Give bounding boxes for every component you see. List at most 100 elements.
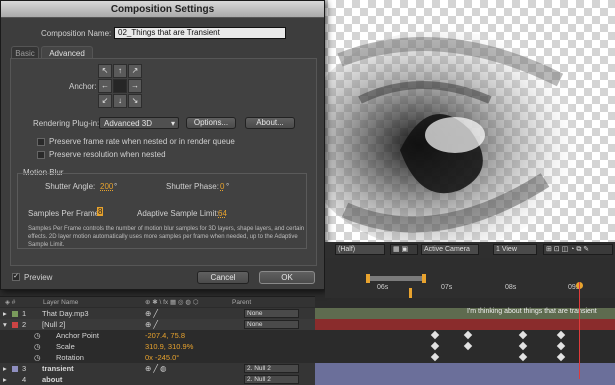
keyframe[interactable] bbox=[556, 352, 566, 362]
label-color-swatch[interactable] bbox=[12, 366, 18, 372]
track-bar-audio[interactable]: I'm thinking about things that are trans… bbox=[315, 308, 615, 319]
viewer-icon-strip[interactable]: ⊞ ⊡ ◫ ◔ ⧉ ✎ bbox=[543, 244, 613, 255]
parent-dropdown[interactable]: 2. Null 2 bbox=[244, 364, 299, 373]
keyframe[interactable] bbox=[430, 352, 440, 362]
shutter-phase-value[interactable]: 0 bbox=[220, 182, 224, 191]
adaptive-sample-value[interactable]: 64 bbox=[218, 209, 227, 218]
keyframe[interactable] bbox=[518, 352, 528, 362]
cancel-button[interactable]: Cancel bbox=[197, 271, 249, 284]
property-value[interactable]: -207.4, 75.8 bbox=[145, 330, 185, 341]
property-row[interactable]: ◷ Rotation 0x -245.0° bbox=[0, 352, 315, 363]
keyframe[interactable] bbox=[556, 341, 566, 351]
keyframe[interactable] bbox=[518, 330, 528, 340]
layer-row[interactable]: ▸ 3 transient ⊕ ╱ ◍ 2. Null 2 bbox=[0, 363, 315, 374]
anchor-bottom[interactable]: ↓ bbox=[113, 94, 127, 108]
preserve-resolution-checkbox[interactable] bbox=[37, 151, 45, 159]
work-area-start-handle[interactable] bbox=[366, 274, 370, 283]
ok-button[interactable]: OK bbox=[259, 271, 315, 284]
marker[interactable] bbox=[409, 288, 412, 298]
preview-checkbox[interactable]: ✓ bbox=[12, 273, 20, 281]
layer-name-column[interactable]: Layer Name bbox=[43, 297, 78, 308]
switches-icons: ⊕ ✱ \ fx ▦ ◎ ◍ ⬡ bbox=[145, 299, 199, 306]
anchor-right[interactable]: → bbox=[128, 79, 142, 93]
expand-icon[interactable]: ▸ bbox=[3, 363, 7, 374]
parent-dropdown[interactable]: None bbox=[244, 320, 299, 329]
keyframe-track[interactable] bbox=[315, 330, 615, 341]
label-icon: ◈ # bbox=[5, 299, 16, 306]
playhead-line[interactable] bbox=[579, 282, 580, 379]
shutter-angle-value[interactable]: 200 bbox=[100, 182, 113, 191]
composition-settings-dialog: Composition Settings Composition Name: 0… bbox=[0, 0, 325, 290]
timeline-ruler[interactable]: 06s 07s 08s 09s bbox=[325, 258, 615, 298]
track-bar-about[interactable] bbox=[315, 374, 615, 385]
comp-name-input[interactable]: 02_Things that are Transient bbox=[114, 27, 286, 39]
property-value[interactable]: 0x -245.0° bbox=[145, 352, 179, 363]
layer-number: 1 bbox=[22, 309, 27, 318]
preserve-frame-rate-checkbox[interactable] bbox=[37, 138, 45, 146]
layer-name[interactable]: That Day.mp3 bbox=[42, 308, 89, 319]
property-row[interactable]: ◷ Anchor Point -207.4, 75.8 bbox=[0, 330, 315, 341]
parent-dropdown[interactable]: 2. Null 2 bbox=[244, 375, 299, 384]
layer-row[interactable]: ▾ 2 [Null 2] ⊕ ╱ None bbox=[0, 319, 315, 330]
label-color-swatch[interactable] bbox=[12, 311, 18, 317]
view-options-icons[interactable]: ▦ ▣ bbox=[390, 244, 418, 255]
work-area-bar[interactable] bbox=[368, 276, 424, 281]
anchor-top-right[interactable]: ↗ bbox=[128, 64, 142, 78]
switches-icon[interactable]: ⊕ ╱ bbox=[145, 308, 158, 319]
view-layout-dropdown[interactable]: 1 View bbox=[493, 244, 537, 255]
resolution-dropdown[interactable]: (Half) bbox=[335, 244, 385, 255]
layer-row[interactable]: ▸ 1 That Day.mp3 ⊕ ╱ None bbox=[0, 308, 315, 319]
rendering-plugin-label: Rendering Plug-in: bbox=[33, 119, 100, 128]
anchor-bottom-left[interactable]: ↙ bbox=[98, 94, 112, 108]
anchor-top-left[interactable]: ↖ bbox=[98, 64, 112, 78]
switches-icon[interactable]: ⊕ ╱ ◍ bbox=[145, 363, 167, 374]
track-marker-text: I'm thinking about things that are trans… bbox=[467, 308, 597, 315]
anchor-center[interactable] bbox=[113, 79, 127, 93]
expand-icon[interactable]: ▸ bbox=[3, 374, 7, 385]
samples-per-frame-value[interactable]: 8 bbox=[97, 207, 104, 216]
stopwatch-icon[interactable]: ◷ bbox=[34, 341, 41, 352]
parent-dropdown[interactable]: None bbox=[244, 309, 299, 318]
layer-number: 2 bbox=[22, 320, 27, 329]
layer-name[interactable]: about bbox=[42, 374, 62, 385]
preserve-resolution-label: Preserve resolution when nested bbox=[49, 150, 166, 159]
collapse-icon[interactable]: ▾ bbox=[3, 319, 7, 330]
samples-per-frame-label: Samples Per Frame: bbox=[28, 209, 102, 218]
property-value[interactable]: 310.9, 310.9% bbox=[145, 341, 193, 352]
about-button[interactable]: About... bbox=[245, 117, 295, 129]
shutter-angle-label: Shutter Angle: bbox=[45, 182, 96, 191]
expand-icon[interactable]: ▸ bbox=[3, 308, 7, 319]
camera-dropdown[interactable]: Active Camera bbox=[421, 244, 479, 255]
anchor-top[interactable]: ↑ bbox=[113, 64, 127, 78]
layer-row[interactable]: ▸ 4 about 2. Null 2 bbox=[0, 374, 315, 385]
adaptive-sample-label: Adaptive Sample Limit: bbox=[137, 209, 219, 218]
tick-label: 08s bbox=[505, 284, 517, 291]
track-bar-null[interactable] bbox=[315, 319, 615, 330]
keyframe[interactable] bbox=[556, 330, 566, 340]
keyframe-track[interactable] bbox=[315, 341, 615, 352]
keyframe[interactable] bbox=[463, 330, 473, 340]
keyframe[interactable] bbox=[518, 341, 528, 351]
keyframe[interactable] bbox=[463, 341, 473, 351]
rendering-plugin-dropdown[interactable]: Advanced 3D ▾ bbox=[99, 117, 179, 129]
stopwatch-icon[interactable]: ◷ bbox=[34, 330, 41, 341]
layer-name[interactable]: [Null 2] bbox=[42, 319, 65, 330]
anchor-left[interactable]: ← bbox=[98, 79, 112, 93]
rendering-plugin-value: Advanced 3D bbox=[104, 119, 153, 128]
parent-column[interactable]: Parent bbox=[232, 297, 251, 308]
keyframe[interactable] bbox=[430, 341, 440, 351]
dialog-title: Composition Settings bbox=[1, 1, 324, 18]
switches-icon[interactable]: ⊕ ╱ bbox=[145, 319, 158, 330]
preserve-frame-rate-label: Preserve frame rate when nested or in re… bbox=[49, 137, 235, 146]
options-button[interactable]: Options... bbox=[186, 117, 236, 129]
anchor-bottom-right[interactable]: ↘ bbox=[128, 94, 142, 108]
track-bar-transient[interactable] bbox=[315, 363, 615, 374]
work-area-end-handle[interactable] bbox=[422, 274, 426, 283]
stopwatch-icon[interactable]: ◷ bbox=[34, 352, 41, 363]
keyframe[interactable] bbox=[430, 330, 440, 340]
viewer-toolbar: (Half) ▦ ▣ Active Camera 1 View ⊞ ⊡ ◫ ◔ … bbox=[325, 242, 615, 258]
property-row[interactable]: ◷ Scale 310.9, 310.9% bbox=[0, 341, 315, 352]
label-color-swatch[interactable] bbox=[12, 322, 18, 328]
keyframe-track[interactable] bbox=[315, 352, 615, 363]
layer-name[interactable]: transient bbox=[42, 363, 74, 374]
